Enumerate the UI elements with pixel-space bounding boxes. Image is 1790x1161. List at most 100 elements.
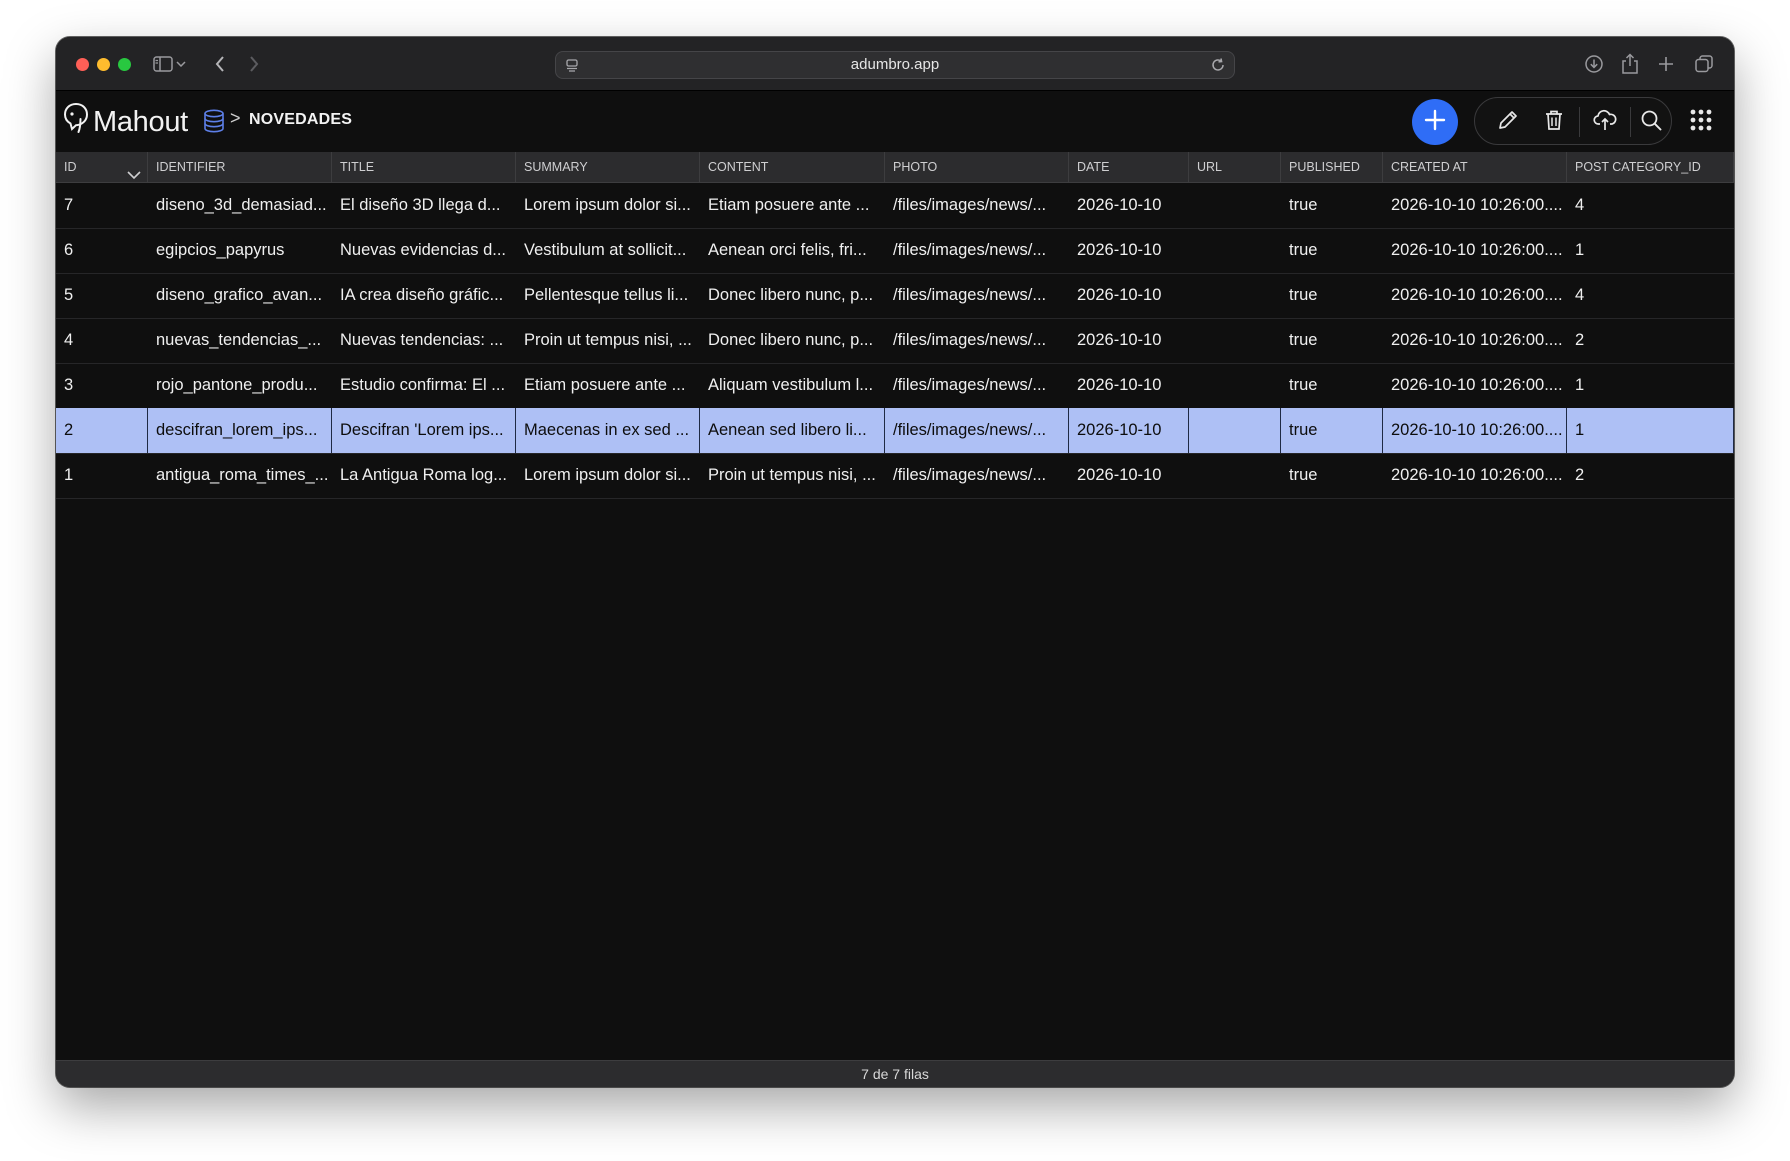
table-cell[interactable]: 2026-10-10 <box>1069 363 1189 408</box>
table-cell[interactable]: Etiam posuere ante ... <box>516 363 700 408</box>
table-cell[interactable]: true <box>1281 408 1383 453</box>
table-cell[interactable]: La Antigua Roma log... <box>332 453 516 498</box>
table-row[interactable]: 2 descifran_lorem_ips... Descifran 'Lorem … <box>56 408 1734 454</box>
share-icon[interactable] <box>1618 52 1642 76</box>
table-cell[interactable]: egipcios_papyrus <box>148 228 332 273</box>
table-cell[interactable]: 2026-10-10 <box>1069 408 1189 453</box>
table-cell[interactable]: 2 <box>1567 318 1734 363</box>
zoom-window-button[interactable] <box>118 58 131 71</box>
table-cell[interactable]: 6 <box>56 228 148 273</box>
table-cell[interactable]: 2026-10-10 <box>1069 318 1189 363</box>
new-tab-icon[interactable] <box>1654 52 1678 76</box>
table-row[interactable]: 1 antigua_roma_times_... La Antigua Roma l… <box>56 453 1734 499</box>
table-cell[interactable]: true <box>1281 273 1383 318</box>
table-cell[interactable]: Vestibulum at sollicit... <box>516 228 700 273</box>
table-cell[interactable]: /files/images/news/... <box>885 408 1069 453</box>
table-cell[interactable]: 2 <box>56 408 148 453</box>
table-cell[interactable]: rojo_pantone_produ... <box>148 363 332 408</box>
table-cell[interactable] <box>1189 453 1281 498</box>
table-cell[interactable]: 2 <box>1567 453 1734 498</box>
forward-arrow-icon[interactable] <box>242 52 266 76</box>
table-cell[interactable]: true <box>1281 228 1383 273</box>
app-logo[interactable]: Mahout <box>62 101 188 144</box>
table-cell[interactable]: 2026-10-10 <box>1069 228 1189 273</box>
table-cell[interactable]: 2026-10-10 <box>1069 453 1189 498</box>
table-cell[interactable]: 3 <box>56 363 148 408</box>
table-cell[interactable]: 5 <box>56 273 148 318</box>
table-cell[interactable]: 1 <box>1567 363 1734 408</box>
table-cell[interactable]: true <box>1281 318 1383 363</box>
close-window-button[interactable] <box>76 58 89 71</box>
table-row[interactable]: 3 rojo_pantone_produ... Estudio confirma: … <box>56 363 1734 409</box>
table-cell[interactable]: Aenean orci felis, fri... <box>700 228 885 273</box>
table-cell[interactable]: Proin ut tempus nisi, ... <box>516 318 700 363</box>
table-cell[interactable]: Aliquam vestibulum l... <box>700 363 885 408</box>
table-cell[interactable]: /files/images/news/... <box>885 318 1069 363</box>
table-cell[interactable] <box>1189 228 1281 273</box>
downloads-icon[interactable] <box>1582 52 1606 76</box>
table-cell[interactable]: Nuevas tendencias: ... <box>332 318 516 363</box>
table-cell[interactable]: IA crea diseño gráfic... <box>332 273 516 318</box>
table-cell[interactable]: 2026-10-10 10:26:00.... <box>1383 363 1567 408</box>
table-cell[interactable]: /files/images/news/... <box>885 273 1069 318</box>
reload-icon[interactable] <box>1208 55 1228 80</box>
table-cell[interactable]: 2026-10-10 10:26:00.... <box>1383 408 1567 453</box>
column-header[interactable]: IDENTIFIER <box>148 152 332 182</box>
minimize-window-button[interactable] <box>97 58 110 71</box>
column-header[interactable]: PUBLISHED <box>1281 152 1383 182</box>
table-cell[interactable]: 2026-10-10 <box>1069 183 1189 228</box>
column-header[interactable]: URL <box>1189 152 1281 182</box>
edit-button[interactable] <box>1495 109 1521 135</box>
table-cell[interactable]: Lorem ipsum dolor si... <box>516 183 700 228</box>
table-row[interactable]: 5 diseno_grafico_avan... IA crea diseño gr… <box>56 273 1734 319</box>
address-bar[interactable]: adumbro.app <box>555 51 1235 79</box>
table-cell[interactable]: Maecenas in ex sed ... <box>516 408 700 453</box>
column-header[interactable]: DATE <box>1069 152 1189 182</box>
tab-overview-icon[interactable] <box>1692 52 1716 76</box>
table-cell[interactable]: antigua_roma_times_... <box>148 453 332 498</box>
table-cell[interactable]: diseno_grafico_avan... <box>148 273 332 318</box>
table-cell[interactable]: /files/images/news/... <box>885 228 1069 273</box>
table-cell[interactable]: /files/images/news/... <box>885 183 1069 228</box>
table-cell[interactable]: 4 <box>1567 273 1734 318</box>
add-record-button[interactable] <box>1412 99 1458 145</box>
chevron-down-icon[interactable] <box>174 52 188 76</box>
table-cell[interactable]: 7 <box>56 183 148 228</box>
table-cell[interactable]: El diseño 3D llega d... <box>332 183 516 228</box>
column-header[interactable]: CREATED AT <box>1383 152 1567 182</box>
back-arrow-icon[interactable] <box>208 52 232 76</box>
column-header[interactable]: ID <box>56 152 148 182</box>
table-cell[interactable]: Descifran 'Lorem ips... <box>332 408 516 453</box>
table-cell[interactable]: 1 <box>1567 228 1734 273</box>
table-cell[interactable] <box>1189 183 1281 228</box>
database-icon[interactable] <box>203 109 225 138</box>
column-header[interactable]: CONTENT <box>700 152 885 182</box>
table-row[interactable]: 4 nuevas_tendencias_... Nuevas tendencias:… <box>56 318 1734 364</box>
table-cell[interactable]: nuevas_tendencias_... <box>148 318 332 363</box>
table-cell[interactable]: 4 <box>56 318 148 363</box>
search-button[interactable] <box>1638 109 1664 135</box>
table-cell[interactable] <box>1189 273 1281 318</box>
table-cell[interactable]: diseno_3d_demasiad... <box>148 183 332 228</box>
table-cell[interactable]: /files/images/news/... <box>885 453 1069 498</box>
table-cell[interactable]: true <box>1281 453 1383 498</box>
table-cell[interactable]: 4 <box>1567 183 1734 228</box>
sort-chevron-down-icon[interactable] <box>127 161 141 182</box>
column-header[interactable]: TITLE <box>332 152 516 182</box>
breadcrumb-current[interactable]: NOVEDADES <box>249 111 352 129</box>
column-header[interactable]: POST CATEGORY_ID <box>1567 152 1734 182</box>
table-cell[interactable]: 2026-10-10 10:26:00.... <box>1383 273 1567 318</box>
table-row[interactable]: 7 diseno_3d_demasiad... El diseño 3D llega… <box>56 183 1734 229</box>
table-cell[interactable]: true <box>1281 183 1383 228</box>
apps-menu-button[interactable] <box>1689 108 1715 134</box>
table-cell[interactable]: Proin ut tempus nisi, ... <box>700 453 885 498</box>
table-cell[interactable]: 2026-10-10 10:26:00.... <box>1383 228 1567 273</box>
table-cell[interactable]: 1 <box>56 453 148 498</box>
sidebar-toggle-icon[interactable] <box>151 52 175 76</box>
table-cell[interactable]: Donec libero nunc, p... <box>700 273 885 318</box>
column-header[interactable]: SUMMARY <box>516 152 700 182</box>
table-cell[interactable]: Nuevas evidencias d... <box>332 228 516 273</box>
table-cell[interactable]: 2026-10-10 10:26:00.... <box>1383 183 1567 228</box>
table-cell[interactable] <box>1189 408 1281 453</box>
table-row[interactable]: 6 egipcios_papyrus Nuevas evidencias d... V… <box>56 228 1734 274</box>
